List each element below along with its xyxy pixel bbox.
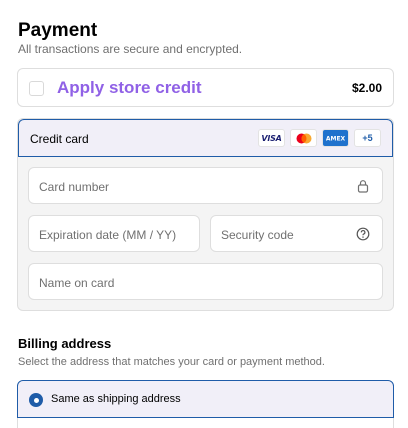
card-number-placeholder: Card number: [39, 180, 110, 194]
credit-card-option[interactable]: Credit card VISA AMEX +5: [18, 119, 393, 157]
visa-icon: VISA: [258, 129, 285, 147]
store-credit-amount: $2.00: [351, 81, 382, 95]
security-code-input[interactable]: Security code: [210, 215, 383, 252]
lock-icon: [357, 180, 369, 193]
more-brands-badge[interactable]: +5: [354, 129, 381, 147]
billing-subtitle: Select the address that matches your car…: [18, 356, 325, 368]
mastercard-icon: [290, 129, 317, 147]
card-brand-list: VISA AMEX +5: [258, 129, 381, 147]
store-credit-checkbox[interactable]: [29, 81, 44, 96]
visa-logo-text: VISA: [261, 133, 282, 143]
name-on-card-placeholder: Name on card: [39, 276, 115, 290]
payment-title: Payment: [18, 20, 98, 41]
expiration-date-input[interactable]: Expiration date (MM / YY): [28, 215, 200, 252]
amex-icon: AMEX: [322, 129, 349, 147]
payment-subtitle: All transactions are secure and encrypte…: [18, 42, 243, 56]
expiration-placeholder: Expiration date (MM / YY): [39, 228, 177, 242]
store-credit-label: Apply store credit: [57, 78, 202, 97]
security-code-placeholder: Security code: [221, 228, 294, 242]
help-circle-icon[interactable]: [356, 227, 370, 241]
same-as-shipping-radio[interactable]: [29, 393, 43, 407]
name-on-card-input[interactable]: Name on card: [28, 263, 383, 300]
credit-card-label: Credit card: [30, 132, 89, 146]
credit-card-panel: Credit card VISA AMEX +5 Card number Exp…: [17, 118, 394, 311]
same-as-shipping-label: Same as shipping address: [51, 393, 181, 405]
card-number-input[interactable]: Card number: [28, 167, 383, 204]
amex-logo-text: AMEX: [326, 136, 346, 143]
same-as-shipping-option[interactable]: Same as shipping address: [17, 380, 394, 418]
billing-option-next[interactable]: [17, 418, 394, 428]
store-credit-option[interactable]: Apply store credit $2.00: [17, 68, 394, 107]
billing-title: Billing address: [18, 336, 112, 351]
